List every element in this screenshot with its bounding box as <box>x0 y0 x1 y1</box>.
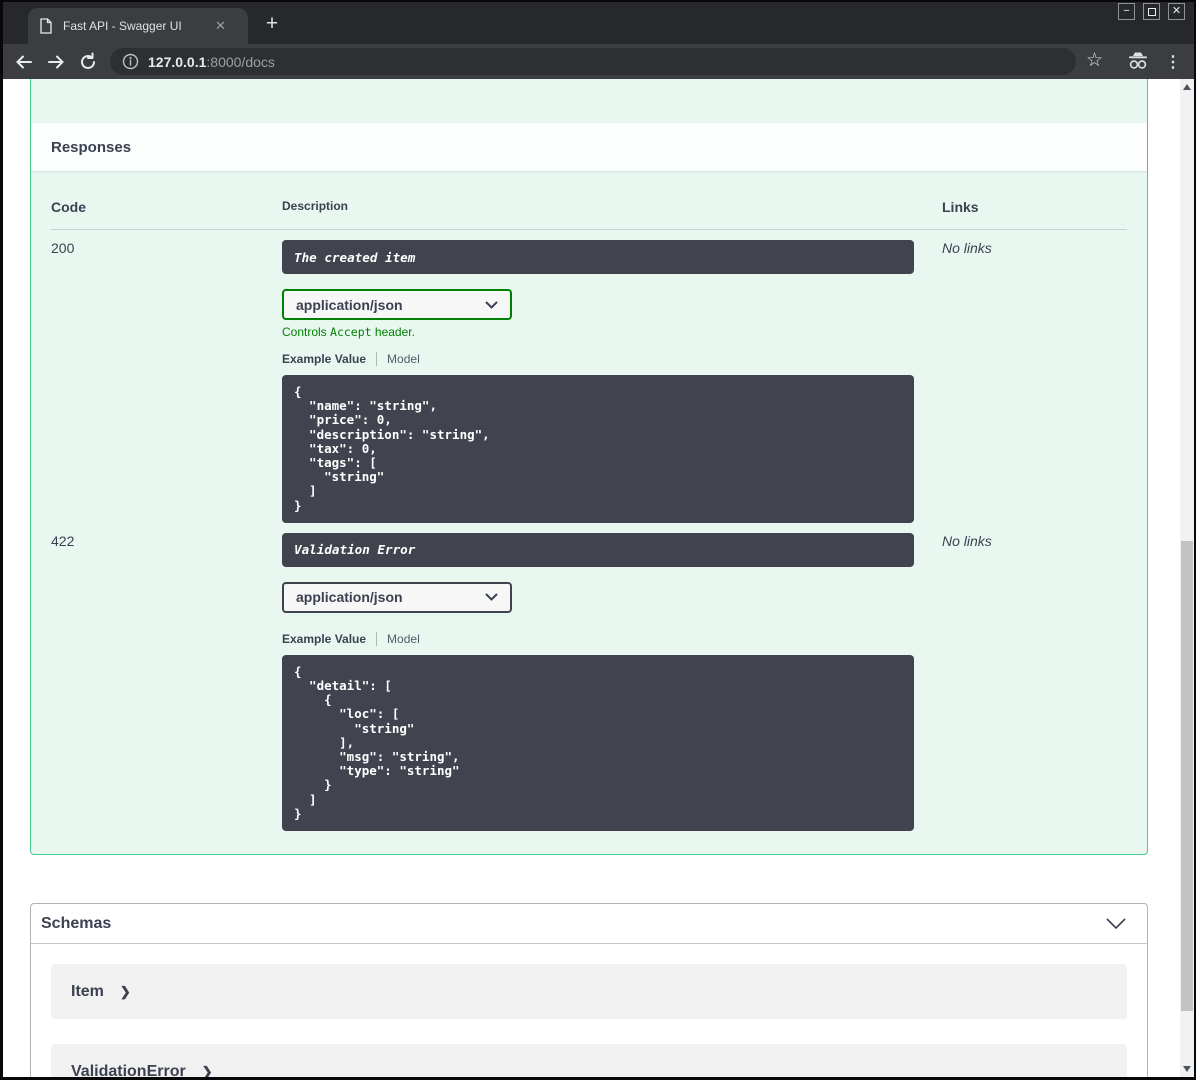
responses-title: Responses <box>51 138 132 156</box>
media-type-value: application/json <box>296 296 403 313</box>
schemas-title: Schemas <box>41 914 112 932</box>
tab-model[interactable]: Model <box>387 632 420 646</box>
operation-block: Responses Code Description Links 200 The… <box>30 79 1148 855</box>
operation-block-spacer <box>31 79 1147 123</box>
model-name: ValidationError <box>71 1062 186 1080</box>
response-links: No links <box>942 532 992 549</box>
tab-close-icon[interactable]: ✕ <box>215 18 226 34</box>
tab-model[interactable]: Model <box>387 352 420 366</box>
url-path: :8000/docs <box>206 53 275 70</box>
page-icon <box>39 18 53 34</box>
schemas-section: Schemas Item ❯ ValidationError ❯ <box>30 903 1148 1080</box>
forward-button[interactable] <box>46 52 66 72</box>
url-text: 127.0.0.1:8000/docs <box>148 54 275 70</box>
note-code: Accept <box>330 325 372 339</box>
bookmark-star-icon[interactable]: ☆ <box>1086 49 1103 72</box>
chevron-right-icon: ❯ <box>201 1063 213 1079</box>
scrollbar-up-arrow[interactable] <box>1183 84 1191 90</box>
tab-title: Fast API - Swagger UI <box>63 19 182 33</box>
site-info-icon[interactable] <box>122 53 139 70</box>
responses-section-header: Responses <box>31 123 1147 171</box>
incognito-icon <box>1126 44 1150 79</box>
model-item[interactable]: Item ❯ <box>51 964 1127 1019</box>
media-type-select[interactable]: application/json <box>282 289 512 320</box>
chevron-down-icon <box>485 593 498 602</box>
url-host: 127.0.0.1 <box>148 53 207 70</box>
url-bar[interactable]: 127.0.0.1:8000/docs <box>110 48 1076 75</box>
minimize-button[interactable]: − <box>1118 3 1135 20</box>
browser-window: Fast API - Swagger UI ✕ + − ✕ 127.0.0.1:… <box>0 0 1196 1080</box>
column-header-description: Description <box>282 199 349 213</box>
tab-divider <box>376 352 378 366</box>
schemas-models: Item ❯ ValidationError ❯ <box>31 944 1147 1080</box>
browser-titlebar: Fast API - Swagger UI ✕ + − ✕ <box>0 0 1196 44</box>
response-description: The created item <box>282 240 914 274</box>
accept-header-note: Controls Accept header. <box>282 325 942 339</box>
scrollbar-thumb[interactable] <box>1181 541 1193 1011</box>
browser-toolbar: 127.0.0.1:8000/docs ☆ ⋮ <box>0 44 1196 79</box>
response-row-200: 200 The created item application/json Co… <box>51 230 1127 523</box>
response-links: No links <box>942 240 992 256</box>
example-model-tabs: Example Value Model <box>282 631 942 646</box>
tab-example-value[interactable]: Example Value <box>282 632 366 646</box>
column-header-links: Links <box>942 199 979 215</box>
model-validation-error[interactable]: ValidationError ❯ <box>51 1044 1127 1080</box>
tab-example-value[interactable]: Example Value <box>282 352 366 366</box>
note-prefix: Controls <box>282 325 331 339</box>
browser-menu-icon[interactable]: ⋮ <box>1165 44 1181 79</box>
new-tab-button[interactable]: + <box>258 10 286 38</box>
window-close-button[interactable]: ✕ <box>1168 3 1185 20</box>
responses-table: Code Description Links 200 The created i… <box>31 171 1147 832</box>
column-header-code: Code <box>51 199 86 215</box>
responses-table-header: Code Description Links <box>51 199 1127 230</box>
media-type-value: application/json <box>296 589 403 606</box>
reload-button[interactable] <box>78 52 98 72</box>
browser-tab[interactable]: Fast API - Swagger UI ✕ <box>28 8 248 44</box>
maximize-icon <box>1147 7 1156 16</box>
scrollbar-down-arrow[interactable] <box>1183 1066 1191 1072</box>
tab-divider <box>376 631 378 646</box>
example-json-block: { "detail": [ { "loc": [ "string" ], "ms… <box>282 654 914 832</box>
page-scrollbar[interactable] <box>1180 79 1194 1080</box>
schemas-header[interactable]: Schemas <box>31 904 1147 944</box>
chevron-right-icon: ❯ <box>119 983 131 999</box>
response-row-422: 422 Validation Error application/json Ex… <box>51 523 1127 832</box>
note-suffix: header. <box>371 325 415 339</box>
schemas-collapse-chevron-icon[interactable] <box>1105 917 1127 930</box>
example-model-tabs: Example Value Model <box>282 352 942 366</box>
response-code: 422 <box>51 532 75 549</box>
response-description: Validation Error <box>282 532 914 567</box>
example-json-block: { "name": "string", "price": 0, "descrip… <box>282 375 914 523</box>
maximize-button[interactable] <box>1143 3 1160 20</box>
response-code: 200 <box>51 240 75 256</box>
chevron-down-icon <box>485 301 498 309</box>
media-type-select[interactable]: application/json <box>282 581 512 613</box>
model-name: Item <box>71 982 104 1000</box>
back-button[interactable] <box>14 52 34 72</box>
swagger-page: Responses Code Description Links 200 The… <box>0 79 1196 1080</box>
